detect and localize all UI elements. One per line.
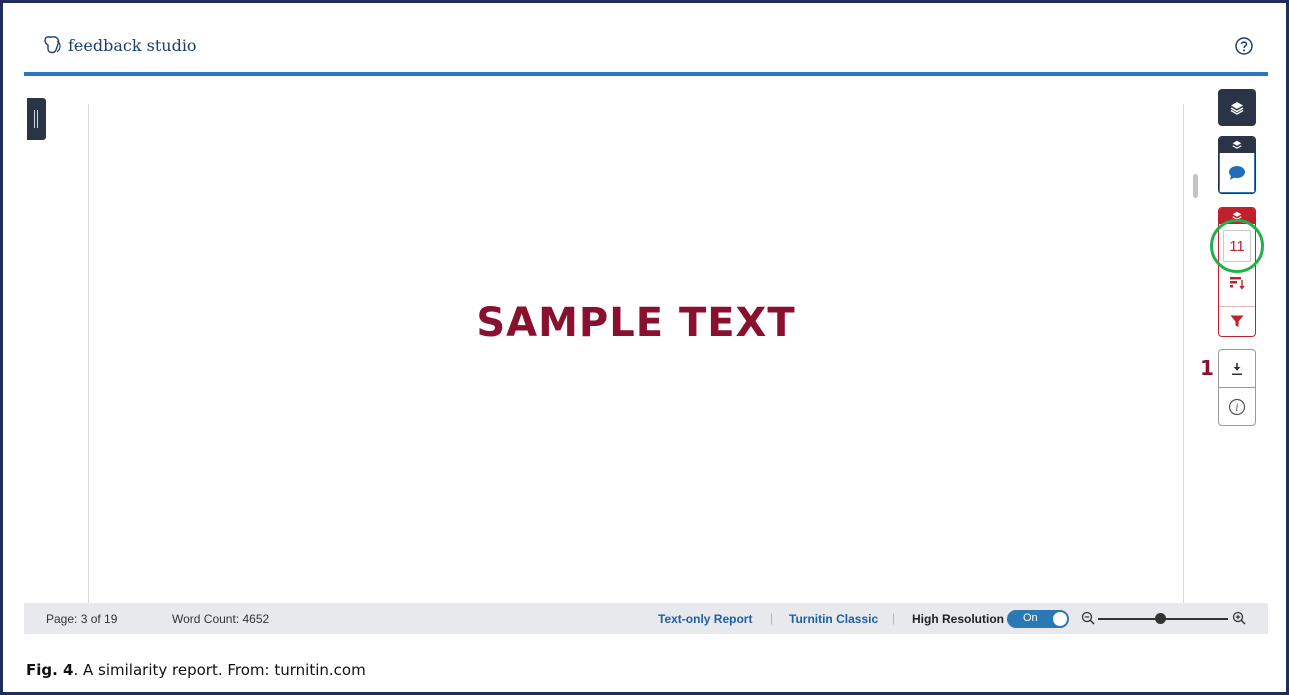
high-resolution-label: High Resolution — [912, 612, 1004, 626]
callout-number: 1 — [1200, 356, 1214, 380]
page-indicator: Page: 3 of 19 — [46, 612, 118, 626]
layers-button[interactable] — [1218, 89, 1256, 126]
comments-button[interactable] — [1219, 153, 1255, 193]
separator: | — [770, 611, 774, 625]
layers-icon — [1232, 140, 1242, 149]
sort-icon — [1230, 277, 1245, 290]
turnitin-classic-link[interactable]: Turnitin Classic — [789, 612, 878, 626]
toggle-state: On — [1023, 612, 1038, 624]
side-panel-toggle[interactable] — [27, 98, 46, 140]
zoom-slider-handle[interactable] — [1155, 613, 1166, 624]
zoom-in-icon[interactable] — [1232, 611, 1246, 625]
separator: | — [892, 611, 896, 625]
text-only-report-link[interactable]: Text-only Report — [658, 612, 752, 626]
feedback-studio-logo-icon — [44, 36, 61, 54]
high-resolution-toggle[interactable]: On — [1007, 610, 1069, 628]
sample-text: SAMPLE TEXT — [476, 300, 796, 346]
caption-text: . A similarity report. From: turnitin.co… — [73, 661, 366, 679]
grip-line — [37, 110, 38, 128]
question-circle-icon[interactable] — [1234, 36, 1254, 56]
download-icon — [1232, 362, 1242, 375]
figure-caption: Fig. 4. A similarity report. From: turni… — [26, 661, 366, 679]
document-page: SAMPLE TEXT — [88, 104, 1184, 603]
highlight-ring — [1210, 219, 1264, 273]
zoom-out-icon[interactable] — [1081, 611, 1095, 625]
filter-button[interactable] — [1219, 306, 1255, 336]
filter-icon — [1230, 315, 1244, 327]
download-button[interactable] — [1219, 350, 1255, 388]
status-bar: Page: 3 of 19 Word Count: 4652 Text-only… — [24, 603, 1268, 634]
app-header: feedback studio — [24, 24, 1268, 78]
word-count: Word Count: 4652 — [172, 612, 270, 626]
comments-group — [1218, 136, 1256, 194]
sort-matches-button[interactable] — [1219, 272, 1255, 294]
scrollbar-thumb[interactable] — [1193, 174, 1198, 198]
speech-bubble-icon — [1229, 165, 1245, 180]
grip-line — [34, 110, 35, 128]
info-button[interactable]: i — [1219, 388, 1255, 425]
document-scrollbar[interactable] — [1190, 104, 1202, 603]
layers-icon — [1230, 101, 1244, 115]
comments-layer-cap[interactable] — [1219, 137, 1255, 153]
figure-label: Fig. 4 — [26, 661, 74, 679]
tools-group: i — [1218, 349, 1256, 426]
header-accent-bar — [24, 72, 1268, 76]
brand-logo: feedback studio — [42, 34, 197, 56]
brand-name: feedback studio — [68, 35, 197, 55]
svg-text:i: i — [1235, 403, 1238, 414]
info-icon: i — [1228, 398, 1246, 415]
toggle-knob — [1053, 612, 1067, 626]
